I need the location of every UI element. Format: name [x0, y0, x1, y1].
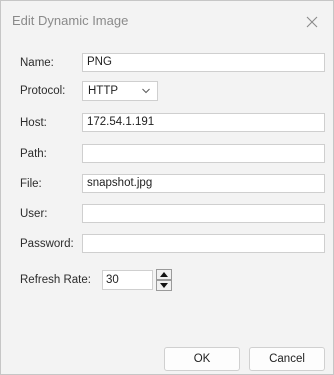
path-field[interactable]	[82, 144, 325, 163]
file-field[interactable]: snapshot.jpg	[82, 174, 325, 193]
increment-button[interactable]	[156, 269, 172, 280]
edit-dynamic-image-dialog: Edit Dynamic Image Name: PNG Protocol: H…	[0, 0, 334, 375]
refresh-rate-label: Refresh Rate:	[20, 274, 91, 286]
protocol-label: Protocol:	[20, 85, 66, 97]
name-label: Name:	[20, 57, 54, 69]
password-label: Password:	[20, 238, 74, 250]
protocol-select[interactable]: HTTP	[82, 81, 158, 101]
host-field[interactable]: 172.54.1.191	[82, 113, 325, 132]
close-icon	[306, 16, 318, 28]
user-field[interactable]	[82, 204, 325, 223]
file-label: File:	[20, 178, 42, 190]
password-field[interactable]	[82, 234, 325, 253]
decrement-button[interactable]	[156, 280, 172, 291]
refresh-rate-spinner	[156, 269, 172, 291]
title-bar: Edit Dynamic Image	[1, 1, 333, 44]
protocol-value: HTTP	[88, 85, 119, 97]
name-field[interactable]: PNG	[82, 53, 325, 72]
user-label: User:	[20, 208, 48, 220]
chevron-down-icon	[142, 88, 150, 94]
path-label: Path:	[20, 148, 47, 160]
cancel-button[interactable]: Cancel	[249, 347, 325, 371]
arrow-down-icon	[160, 283, 168, 288]
refresh-rate-input[interactable]: 30	[102, 270, 153, 290]
dialog-title: Edit Dynamic Image	[12, 13, 129, 28]
close-button[interactable]	[299, 9, 325, 35]
arrow-up-icon	[160, 272, 168, 277]
host-label: Host:	[20, 117, 47, 129]
ok-button[interactable]: OK	[164, 347, 240, 371]
